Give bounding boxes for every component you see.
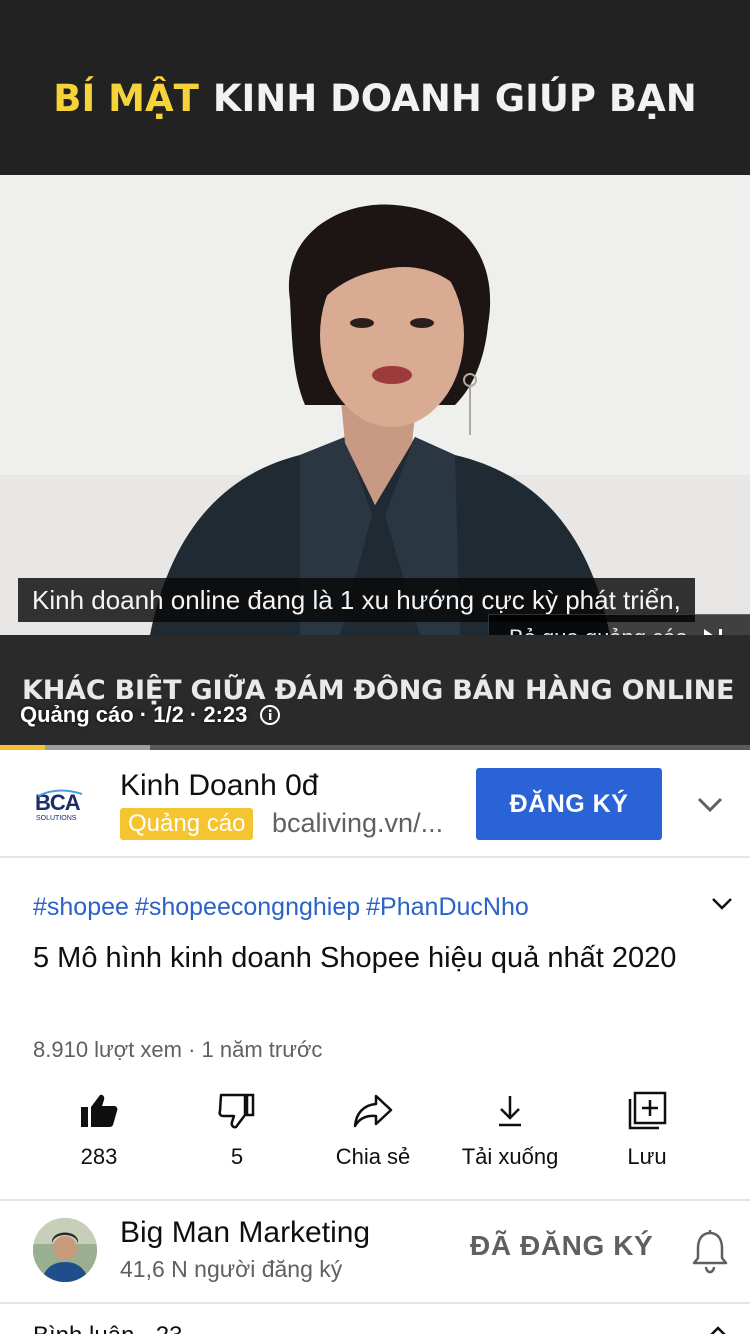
thumb-up-icon bbox=[29, 1088, 169, 1134]
divider bbox=[0, 1199, 750, 1201]
video-title[interactable]: 5 Mô hình kinh doanh Shopee hiệu quả nhấ… bbox=[33, 936, 683, 980]
video-meta: 8.910 lượt xem · 1 năm trước bbox=[33, 1037, 323, 1062]
save-label: Lưu bbox=[627, 1144, 667, 1169]
ad-url[interactable]: bcaliving.vn/... bbox=[272, 808, 443, 839]
channel-avatar[interactable] bbox=[33, 1218, 97, 1282]
download-label: Tải xuống bbox=[461, 1144, 559, 1169]
save-button[interactable]: Lưu bbox=[577, 1088, 717, 1170]
download-button[interactable]: Tải xuống bbox=[440, 1088, 580, 1170]
share-label: Chia sẻ bbox=[335, 1144, 411, 1169]
hashtag-link[interactable]: #shopee bbox=[33, 893, 129, 921]
thumb-down-icon bbox=[167, 1088, 307, 1134]
bca-logo: BCA SOLUTIONS bbox=[35, 789, 83, 822]
action-bar: 283 5 Chia sẻ Tải xuống Lưu bbox=[0, 1088, 750, 1188]
presenter-image bbox=[0, 175, 750, 635]
like-button[interactable]: 283 bbox=[29, 1088, 169, 1170]
ad-info-label: Quảng cáo · 1/2 · 2:23 bbox=[20, 702, 248, 727]
share-button[interactable]: Chia sẻ bbox=[303, 1088, 443, 1170]
ad-banner-top: BÍ MẬT KINH DOANH GIÚP BẠN bbox=[0, 0, 750, 175]
video-frame bbox=[0, 175, 750, 635]
divider bbox=[0, 1302, 750, 1304]
like-count: 283 bbox=[80, 1144, 118, 1169]
notification-bell-icon[interactable] bbox=[690, 1228, 730, 1274]
share-icon bbox=[303, 1088, 443, 1134]
ad-banner-bottom: KHÁC BIỆT GIỮA ĐÁM ĐÔNG BÁN HÀNG ONLINE bbox=[0, 635, 750, 745]
comments-header[interactable]: Bình luận · 23 bbox=[33, 1322, 182, 1334]
ad-title[interactable]: Kinh Doanh 0đ bbox=[120, 769, 319, 803]
svg-text:SOLUTIONS: SOLUTIONS bbox=[36, 815, 77, 822]
subscribed-button[interactable]: ĐÃ ĐĂNG KÝ bbox=[470, 1230, 653, 1262]
subscriber-count: 41,6 N người đăng ký bbox=[120, 1256, 343, 1282]
download-icon bbox=[440, 1088, 580, 1134]
channel-name[interactable]: Big Man Marketing bbox=[120, 1216, 370, 1250]
video-player[interactable]: BÍ MẬT KINH DOANH GIÚP BẠN Kinh doanh on… bbox=[0, 0, 750, 750]
info-icon[interactable] bbox=[259, 704, 281, 726]
hashtag-link[interactable]: #PhanDucNho bbox=[366, 893, 529, 921]
dislike-count: 5 bbox=[230, 1144, 244, 1169]
ad-card[interactable]: BCA SOLUTIONS Kinh Doanh 0đ Quảng cáo bc… bbox=[0, 750, 750, 858]
chevron-down-icon[interactable] bbox=[694, 788, 726, 820]
ad-subscribe-button[interactable]: ĐĂNG KÝ bbox=[476, 768, 662, 840]
unfold-icon[interactable] bbox=[706, 1324, 730, 1334]
dislike-button[interactable]: 5 bbox=[167, 1088, 307, 1170]
save-playlist-icon bbox=[577, 1088, 717, 1134]
hashtag-link[interactable]: #shopeecongnghiep bbox=[135, 893, 360, 921]
banner-highlight-text: BÍ MẬT bbox=[53, 77, 199, 120]
banner-headline-text: KINH DOANH GIÚP BẠN bbox=[212, 77, 697, 120]
ad-info: Quảng cáo · 1/2 · 2:23 bbox=[20, 702, 281, 728]
expand-description-icon[interactable] bbox=[708, 890, 736, 918]
hashtag-list: #shopee #shopeecongnghiep #PhanDucNho bbox=[33, 893, 535, 922]
ad-badge: Quảng cáo bbox=[120, 808, 254, 840]
